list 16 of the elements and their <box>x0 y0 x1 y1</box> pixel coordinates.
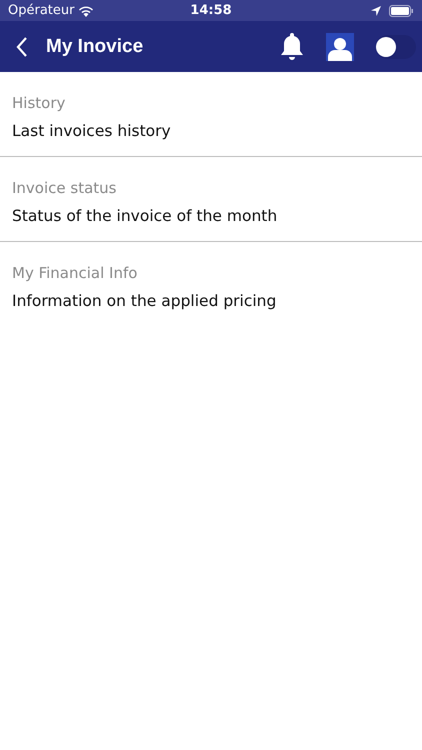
toggle-switch[interactable] <box>376 34 416 58</box>
battery-icon <box>389 4 414 16</box>
list-item[interactable]: Information on the applied pricing <box>12 292 276 310</box>
section-header: My Financial Info <box>12 264 138 282</box>
notification-bell-icon[interactable] <box>280 32 304 62</box>
clock-time: 14:58 <box>190 3 232 18</box>
back-button[interactable] <box>16 36 28 56</box>
profile-button[interactable] <box>326 32 354 60</box>
location-arrow-icon <box>371 6 381 16</box>
wifi-icon <box>78 4 94 16</box>
list-item[interactable]: Last invoices history <box>12 122 171 140</box>
screen-title: My Inovice <box>46 36 144 58</box>
list-item[interactable]: Status of the invoice of the month <box>12 207 278 225</box>
section-header: History <box>12 94 66 112</box>
section-header: Invoice status <box>12 179 116 197</box>
carrier-label: Opérateur <box>8 3 74 18</box>
